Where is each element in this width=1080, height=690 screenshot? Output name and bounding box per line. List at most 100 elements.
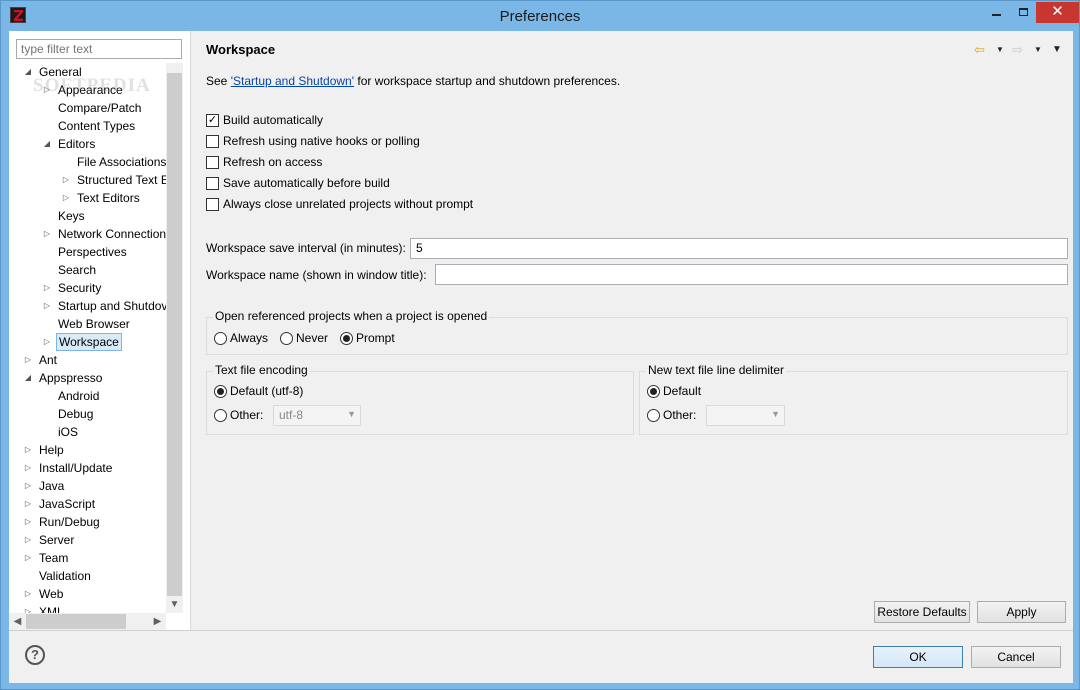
collapse-arrow-icon[interactable]: ◢ bbox=[23, 369, 33, 387]
tree-item-debug[interactable]: Debug bbox=[9, 405, 166, 423]
scroll-right-icon[interactable]: ▶ bbox=[149, 613, 166, 630]
tree-item-web[interactable]: ▷ Web bbox=[9, 585, 166, 603]
forward-arrow-icon[interactable]: ⇨ bbox=[1012, 42, 1023, 58]
workspace-name-input[interactable] bbox=[435, 264, 1068, 285]
encoding-other-label: Other: bbox=[230, 408, 264, 422]
restore-defaults-button[interactable]: Restore Defaults bbox=[874, 601, 970, 623]
title-bar[interactable]: Preferences ✕ bbox=[1, 1, 1079, 31]
radio-never[interactable] bbox=[280, 332, 293, 345]
checkbox-unchecked[interactable] bbox=[206, 135, 219, 148]
scroll-down-icon[interactable]: ▼ bbox=[166, 596, 183, 613]
back-dropdown-icon[interactable]: ▼ bbox=[996, 42, 1004, 58]
preference-tree-pane: ◢General▷AppearanceCompare/PatchContent … bbox=[9, 31, 191, 630]
expand-arrow-icon[interactable]: ▷ bbox=[42, 225, 52, 243]
tree-item-label: File Associations bbox=[77, 155, 166, 169]
expand-arrow-icon[interactable]: ▷ bbox=[42, 333, 52, 351]
close-button[interactable]: ✕ bbox=[1036, 2, 1079, 23]
collapse-arrow-icon[interactable]: ◢ bbox=[23, 63, 33, 81]
tree-item-java[interactable]: ▷ Java bbox=[9, 477, 166, 495]
tree-item-startup-and-shutdov[interactable]: ▷ Startup and Shutdov bbox=[9, 297, 166, 315]
back-arrow-icon[interactable]: ⇦ bbox=[974, 42, 985, 58]
save-interval-input[interactable]: 5 bbox=[410, 238, 1068, 259]
tree-item-perspectives[interactable]: Perspectives bbox=[9, 243, 166, 261]
chevron-down-icon: ▼ bbox=[347, 409, 356, 419]
checkbox-unchecked[interactable] bbox=[206, 177, 219, 190]
tree-vertical-scrollbar[interactable]: ▼ bbox=[166, 63, 183, 613]
tree-item-compare-patch[interactable]: Compare/Patch bbox=[9, 99, 166, 117]
encoding-other-radio[interactable] bbox=[214, 409, 227, 422]
tree-item-appspresso[interactable]: ◢ Appspresso bbox=[9, 369, 166, 387]
tree-item-server[interactable]: ▷ Server bbox=[9, 531, 166, 549]
radio-always[interactable] bbox=[214, 332, 227, 345]
apply-button[interactable]: Apply bbox=[977, 601, 1066, 623]
tree-item-network-connection[interactable]: ▷ Network Connection bbox=[9, 225, 166, 243]
radio-prompt[interactable] bbox=[340, 332, 353, 345]
tree-item-ios[interactable]: iOS bbox=[9, 423, 166, 441]
tree-item-structured-text-e[interactable]: ▷ Structured Text E bbox=[9, 171, 166, 189]
tree-item-ant[interactable]: ▷ Ant bbox=[9, 351, 166, 369]
tree-item-javascript[interactable]: ▷ JavaScript bbox=[9, 495, 166, 513]
tree-item-label: Validation bbox=[39, 569, 91, 583]
expand-arrow-icon[interactable]: ▷ bbox=[23, 549, 33, 567]
tree-item-security[interactable]: ▷ Security bbox=[9, 279, 166, 297]
scroll-left-icon[interactable]: ◀ bbox=[9, 613, 26, 630]
checkbox-label: Refresh using native hooks or polling bbox=[223, 134, 420, 148]
expand-arrow-icon[interactable]: ▷ bbox=[23, 441, 33, 459]
maximize-button[interactable] bbox=[1010, 2, 1036, 23]
tree-item-android[interactable]: Android bbox=[9, 387, 166, 405]
filter-input[interactable] bbox=[16, 39, 182, 59]
tree-item-web-browser[interactable]: Web Browser bbox=[9, 315, 166, 333]
checkbox-unchecked[interactable] bbox=[206, 156, 219, 169]
preference-page: Workspace ⇦ ▼ ⇨ ▼ ▼ See 'Startup and Shu… bbox=[194, 31, 1073, 630]
expand-arrow-icon[interactable]: ▷ bbox=[42, 279, 52, 297]
forward-dropdown-icon[interactable]: ▼ bbox=[1034, 42, 1042, 58]
collapse-arrow-icon[interactable]: ◢ bbox=[42, 135, 52, 153]
delimiter-combo[interactable]: ▼ bbox=[706, 405, 785, 426]
tree-item-label: Ant bbox=[39, 353, 58, 367]
tree-item-text-editors[interactable]: ▷ Text Editors bbox=[9, 189, 166, 207]
cancel-button[interactable]: Cancel bbox=[971, 646, 1061, 668]
tree-item-validation[interactable]: Validation bbox=[9, 567, 166, 585]
encoding-combo[interactable]: utf-8 ▼ bbox=[273, 405, 361, 426]
scrollbar-thumb[interactable] bbox=[26, 614, 126, 629]
tree-item-xml[interactable]: ▷ XML bbox=[9, 603, 166, 613]
tree-horizontal-scrollbar[interactable]: ◀ ▶ bbox=[9, 613, 166, 630]
delimiter-other-radio[interactable] bbox=[647, 409, 660, 422]
scrollbar-thumb[interactable] bbox=[167, 73, 182, 613]
expand-arrow-icon[interactable]: ▷ bbox=[23, 459, 33, 477]
tree-item-keys[interactable]: Keys bbox=[9, 207, 166, 225]
tree-item-editors[interactable]: ◢ Editors bbox=[9, 135, 166, 153]
expand-arrow-icon[interactable]: ▷ bbox=[23, 513, 33, 531]
tree-item-content-types[interactable]: Content Types bbox=[9, 117, 166, 135]
expand-arrow-icon[interactable]: ▷ bbox=[23, 477, 33, 495]
expand-arrow-icon[interactable]: ▷ bbox=[23, 495, 33, 513]
expand-arrow-icon[interactable]: ▷ bbox=[23, 603, 33, 613]
encoding-default-radio[interactable] bbox=[214, 385, 227, 398]
tree-item-install-update[interactable]: ▷ Install/Update bbox=[9, 459, 166, 477]
startup-shutdown-link[interactable]: 'Startup and Shutdown' bbox=[231, 74, 354, 88]
expand-arrow-icon[interactable]: ▷ bbox=[61, 189, 71, 207]
help-icon[interactable]: ? bbox=[25, 645, 45, 665]
expand-arrow-icon[interactable]: ▷ bbox=[23, 351, 33, 369]
ok-button[interactable]: OK bbox=[873, 646, 963, 668]
minimize-button[interactable] bbox=[982, 2, 1010, 23]
checkbox-unchecked[interactable] bbox=[206, 198, 219, 211]
preference-tree[interactable]: ◢ General ▷ Appearance Compare/Patch Content … bbox=[9, 63, 166, 613]
expand-arrow-icon[interactable]: ▷ bbox=[23, 585, 33, 603]
delimiter-default-radio[interactable] bbox=[647, 385, 660, 398]
tree-item-label: XML bbox=[39, 605, 64, 613]
tree-item-label: Run/Debug bbox=[39, 515, 100, 529]
group-title: Text file encoding bbox=[213, 363, 310, 377]
expand-arrow-icon[interactable]: ▷ bbox=[42, 297, 52, 315]
tree-item-help[interactable]: ▷ Help bbox=[9, 441, 166, 459]
expand-arrow-icon[interactable]: ▷ bbox=[61, 171, 71, 189]
tree-item-run-debug[interactable]: ▷ Run/Debug bbox=[9, 513, 166, 531]
checkbox-checked[interactable]: ✓ bbox=[206, 114, 219, 127]
tree-item-file-associations[interactable]: File Associations bbox=[9, 153, 166, 171]
expand-arrow-icon[interactable]: ▷ bbox=[23, 531, 33, 549]
view-menu-icon[interactable]: ▼ bbox=[1052, 42, 1062, 58]
tree-item-search[interactable]: Search bbox=[9, 261, 166, 279]
tree-item-workspace[interactable]: ▷ Workspace bbox=[9, 333, 166, 351]
tree-item-label: Text Editors bbox=[77, 191, 140, 205]
tree-item-team[interactable]: ▷ Team bbox=[9, 549, 166, 567]
